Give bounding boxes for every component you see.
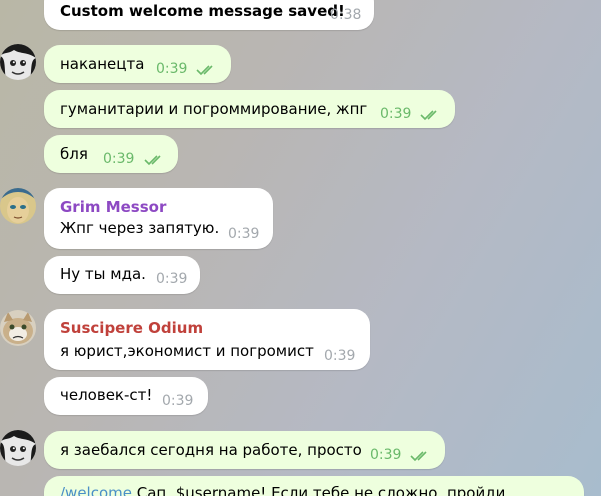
- avatar-image: [0, 188, 36, 224]
- avatar-image: [0, 430, 36, 466]
- message-bubble[interactable]: бля 0:39: [44, 135, 178, 173]
- user-avatar[interactable]: [0, 44, 36, 80]
- message-text: /welcome Сап, $username! Если тебе не сл…: [60, 484, 505, 496]
- message-text: человек-ст!: [60, 386, 153, 404]
- message-time: 0:39: [156, 271, 188, 287]
- message-time: 0:38: [330, 7, 362, 23]
- message-text-rest: Сап, $username! Если тебе не сложно, про…: [131, 484, 506, 496]
- double-check-icon: [410, 451, 427, 462]
- double-check-icon: [144, 155, 161, 166]
- message-text: Custom welcome message saved!: [60, 2, 345, 20]
- message-time: 0:39: [228, 226, 260, 242]
- message-bubble[interactable]: Suscipere Odium я юрист,экономист и погр…: [44, 309, 370, 370]
- message-time: 0:39: [324, 348, 356, 364]
- message-time: 0:39: [380, 106, 412, 122]
- welcome-command-link[interactable]: /welcome: [60, 484, 132, 496]
- message-bubble[interactable]: /welcome Сап, $username! Если тебе не сл…: [44, 476, 584, 496]
- message-time: 0:39: [370, 447, 402, 463]
- message-text: я заебался сегодня на работе, просто: [60, 441, 362, 459]
- sender-name[interactable]: Suscipere Odium: [60, 319, 203, 337]
- sender-name[interactable]: Grim Messor: [60, 198, 166, 216]
- double-check-icon: [420, 110, 437, 121]
- user-avatar[interactable]: [0, 430, 36, 466]
- user-avatar-grim-messor[interactable]: [0, 188, 36, 224]
- avatar-image: [0, 310, 36, 346]
- message-time: 0:39: [103, 151, 135, 167]
- message-text: наканецта: [60, 55, 145, 73]
- message-text: Ну ты мда.: [60, 265, 146, 283]
- double-check-icon: [196, 65, 213, 76]
- message-bubble[interactable]: человек-ст! 0:39: [44, 377, 208, 415]
- avatar-image: [0, 44, 36, 80]
- message-bubble[interactable]: Ну ты мда. 0:39: [44, 256, 200, 294]
- message-text: бля: [60, 145, 88, 163]
- user-avatar-suscipere-odium[interactable]: [0, 310, 36, 346]
- message-text: я юрист,экономист и погромист: [60, 342, 314, 360]
- message-text: Жпг через запятую.: [60, 219, 220, 237]
- message-bubble[interactable]: наканецта 0:39: [44, 45, 231, 83]
- message-bubble[interactable]: я заебался сегодня на работе, просто 0:3…: [44, 431, 445, 469]
- message-bubble[interactable]: гуманитарии и погроммирование, жпг 0:39: [44, 90, 455, 128]
- message-time: 0:39: [156, 61, 188, 77]
- message-bubble[interactable]: Custom welcome message saved! 0:38: [44, 0, 374, 30]
- message-text: гуманитарии и погроммирование, жпг: [60, 100, 368, 118]
- message-bubble[interactable]: Grim Messor Жпг через запятую. 0:39: [44, 188, 273, 249]
- chat-message-list[interactable]: Custom welcome message saved! 0:38 накан…: [0, 0, 601, 496]
- message-time: 0:39: [162, 393, 194, 409]
